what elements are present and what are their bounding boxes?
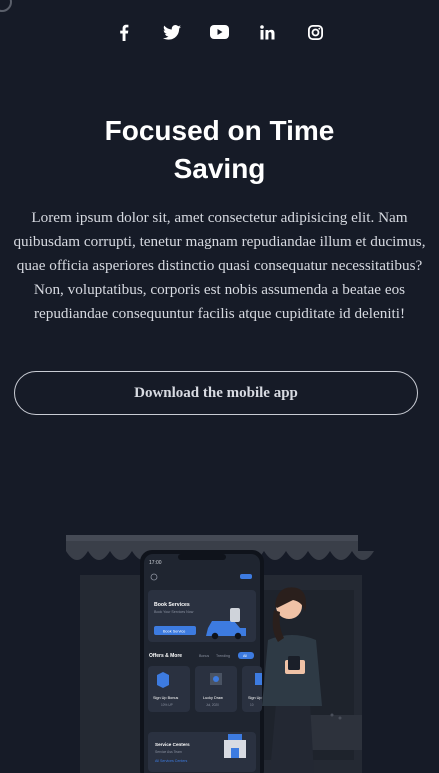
title-line-1: Focused on Time — [104, 115, 335, 146]
tab-trending: Trending — [216, 654, 230, 658]
phone-mockup: 17:00 Book Services Book Your Services N… — [140, 550, 266, 773]
linkedin-icon[interactable] — [255, 20, 281, 44]
corner-indicator — [0, 0, 12, 12]
page-title: Focused on Time Saving — [20, 112, 419, 188]
title-line-2: Saving — [173, 153, 266, 184]
mobile-app-illustration: 17:00 Book Services Book Your Services N… — [66, 535, 374, 773]
book-services-title: Book Services — [154, 602, 190, 608]
social-links — [0, 20, 439, 44]
phone-time: 17:00 — [149, 560, 162, 566]
tab-bonus: Bonus — [199, 654, 209, 658]
youtube-icon[interactable] — [207, 20, 233, 44]
twitter-icon[interactable] — [159, 20, 185, 44]
facebook-icon[interactable] — [111, 20, 137, 44]
offer-card-1-title: Sign Up Bonus — [153, 696, 178, 700]
offer-card-2-title: Lucky Draw — [203, 696, 223, 700]
hero-description: Lorem ipsum dolor sit, amet consectetur … — [13, 209, 426, 322]
service-centers-title: Service Centers — [155, 742, 190, 747]
offer-card-3-sub: 10 — [250, 703, 254, 707]
book-services-subtitle: Book Your Services Now — [154, 610, 194, 614]
book-service-button-label: Book Service — [163, 630, 185, 634]
tab-all: All — [243, 654, 247, 658]
offer-card-1-sub: 10% UP — [161, 703, 173, 707]
all-service-centers-link: All Services Centers — [155, 759, 188, 763]
instagram-icon[interactable] — [303, 20, 329, 44]
download-app-button[interactable]: Download the mobile app — [14, 371, 418, 415]
offers-title: Offers & More — [149, 653, 182, 659]
offer-card-2-sub: Jul, 2020 — [206, 703, 219, 707]
service-centers-subtitle: Service Ass Team — [155, 750, 182, 754]
